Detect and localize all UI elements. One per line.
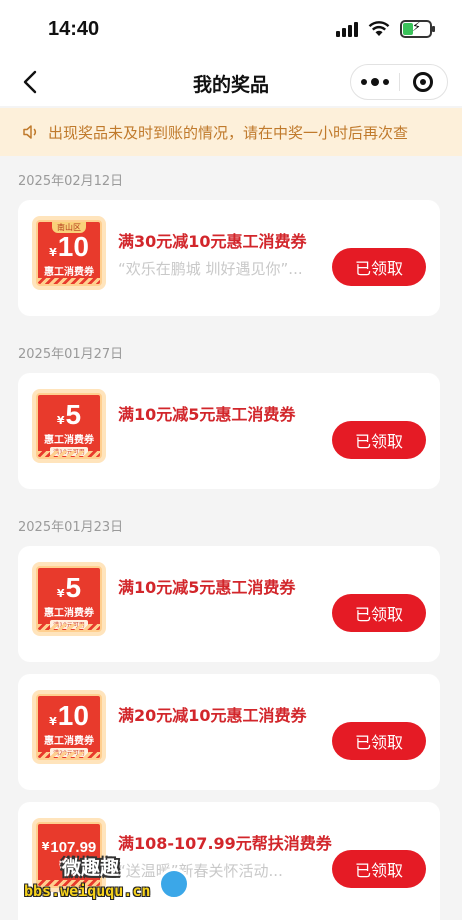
date-label: 2025年01月27日 bbox=[18, 347, 124, 362]
coupon-yen: ¥ bbox=[49, 715, 57, 728]
prize-card: 南山区 ¥ 10 惠工消费券 满30元减10元惠工消费券 “欢乐在鹏城 圳好遇见… bbox=[18, 200, 440, 316]
coupon-type: 惠工消费券 bbox=[44, 267, 94, 278]
watermark-text: 微趣趣 bbox=[62, 857, 120, 879]
prize-title: 满10元减5元惠工消费券 bbox=[118, 405, 296, 424]
status-icons: ⚡ bbox=[336, 20, 435, 38]
coupon-yen: ¥ bbox=[56, 587, 65, 600]
coupon-yen: ¥ bbox=[56, 414, 65, 427]
prize-title: 满10元减5元惠工消费券 bbox=[118, 578, 296, 597]
wifi-icon bbox=[368, 21, 390, 36]
battery-icon: ⚡ bbox=[400, 20, 435, 38]
coupon-amount: 5 bbox=[65, 399, 82, 430]
coupon-image: ¥ 5 惠工消费券 满10元可用 bbox=[32, 562, 106, 636]
coupon-image: 南山区 ¥ 10 惠工消费券 bbox=[32, 216, 106, 290]
date-label: 2025年02月12日 bbox=[18, 174, 124, 189]
status-time: 14:40 bbox=[48, 18, 100, 40]
close-icon bbox=[413, 72, 434, 92]
close-button[interactable] bbox=[400, 72, 448, 92]
claimed-button[interactable]: 已领取 bbox=[332, 722, 426, 760]
prize-subtitle: “送温暖”新春关怀活动... bbox=[118, 862, 283, 880]
status-bar: 14:40 ⚡ bbox=[0, 0, 462, 60]
coupon-amount: 5 bbox=[65, 572, 82, 603]
notice-bar: 出现奖品未及时到账的情况，请在中奖一小时后再次查 bbox=[0, 108, 462, 156]
watermark-url: bbs.weiququ.cn bbox=[24, 882, 151, 900]
coupon-type: 惠工消费券 bbox=[44, 736, 94, 747]
prize-title: 满108-107.99元帮扶消费券 bbox=[118, 834, 332, 853]
coupon-yen: ¥ bbox=[49, 246, 57, 259]
coupon-amount: 10 bbox=[57, 700, 89, 731]
claimed-button[interactable]: 已领取 bbox=[332, 850, 426, 888]
prize-card: ¥ 5 惠工消费券 满10元可用 满10元减5元惠工消费券 已领取 bbox=[18, 373, 440, 489]
claimed-button[interactable]: 已领取 bbox=[332, 421, 426, 459]
coupon-amount: 10 bbox=[57, 231, 89, 262]
prize-subtitle: “欢乐在鹏城 圳好遇见你”... bbox=[118, 260, 303, 278]
mini-program-capsule bbox=[350, 64, 448, 100]
coupon-image: ¥ 10 惠工消费券 满20元可用 bbox=[32, 690, 106, 764]
signal-icon bbox=[336, 21, 358, 37]
prize-card: ¥ 5 惠工消费券 满10元可用 满10元减5元惠工消费券 已领取 bbox=[18, 546, 440, 662]
coupon-type: 惠工消费券 bbox=[44, 435, 94, 446]
watermark-logo bbox=[158, 868, 190, 900]
coupon-type: 惠工消费券 bbox=[44, 608, 94, 619]
date-label: 2025年01月23日 bbox=[18, 520, 124, 535]
nav-bar: 我的奖品 bbox=[0, 60, 462, 106]
speaker-icon bbox=[22, 123, 40, 141]
prize-title: 满20元减10元惠工消费券 bbox=[118, 706, 307, 725]
prize-title: 满30元减10元惠工消费券 bbox=[118, 232, 307, 251]
coupon-yen: ¥ bbox=[41, 840, 50, 853]
claimed-button[interactable]: 已领取 bbox=[332, 594, 426, 632]
prize-card: ¥ 10 惠工消费券 满20元可用 满20元减10元惠工消费券 已领取 bbox=[18, 674, 440, 790]
coupon-image: ¥ 5 惠工消费券 满10元可用 bbox=[32, 389, 106, 463]
more-button[interactable] bbox=[351, 78, 399, 86]
claimed-button[interactable]: 已领取 bbox=[332, 248, 426, 286]
notice-text: 出现奖品未及时到账的情况，请在中奖一小时后再次查 bbox=[48, 123, 409, 142]
